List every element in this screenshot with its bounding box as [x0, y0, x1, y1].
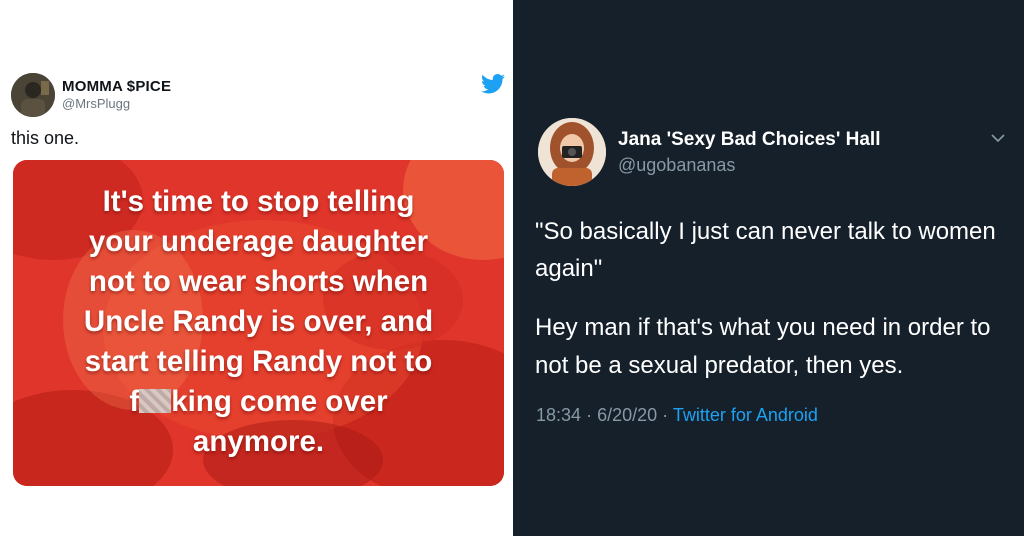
meme-line-prefix: f [129, 385, 140, 418]
display-name[interactable]: MOMMA $PICE [62, 78, 171, 95]
meme-line-suffix: king come over [171, 385, 388, 418]
user-handle[interactable]: @MrsPlugg [62, 96, 130, 111]
display-name[interactable]: Jana 'Sexy Bad Choices' Hall [618, 129, 880, 151]
meme-image[interactable]: It's time to stop telling your underage … [13, 160, 504, 486]
meme-line: start telling Randy not to [84, 345, 433, 378]
avatar[interactable] [538, 118, 606, 186]
user-handle[interactable]: @ugobananas [618, 155, 735, 176]
censor-blur [139, 389, 172, 413]
meme-caption: It's time to stop telling your underage … [13, 182, 504, 462]
tweet-meta: 18:34 · 6/20/20 · Twitter for Android [536, 405, 818, 426]
right-tweet-card: Jana 'Sexy Bad Choices' Hall @ugobananas… [513, 0, 1024, 536]
tweet-text-reply: Hey man if that's what you need in order… [535, 314, 991, 379]
avatar[interactable] [11, 73, 55, 117]
left-tweet-card: MOMMA $PICE @MrsPlugg this one. It's tim… [0, 0, 513, 536]
tweet-text: this one. [11, 128, 80, 148]
twitter-bird-icon [481, 74, 505, 94]
meme-line: anymore. [192, 425, 325, 458]
tweet-time[interactable]: 18:34 [536, 405, 581, 425]
meme-line: Uncle Randy is over, and [83, 305, 434, 338]
meme-line: not to wear shorts when [88, 265, 429, 298]
chevron-down-icon[interactable] [991, 133, 1005, 143]
meme-line: f king come over [13, 382, 504, 422]
tweet-text-quote: "So basically I just can never talk to w… [535, 218, 996, 282]
separator: · [662, 405, 669, 425]
separator: · [586, 405, 593, 425]
meme-line: It's time to stop telling [102, 185, 415, 218]
tweet-source-link[interactable]: Twitter for Android [673, 405, 818, 425]
meme-line: your underage daughter [88, 225, 429, 258]
tweet-date[interactable]: 6/20/20 [597, 405, 657, 425]
